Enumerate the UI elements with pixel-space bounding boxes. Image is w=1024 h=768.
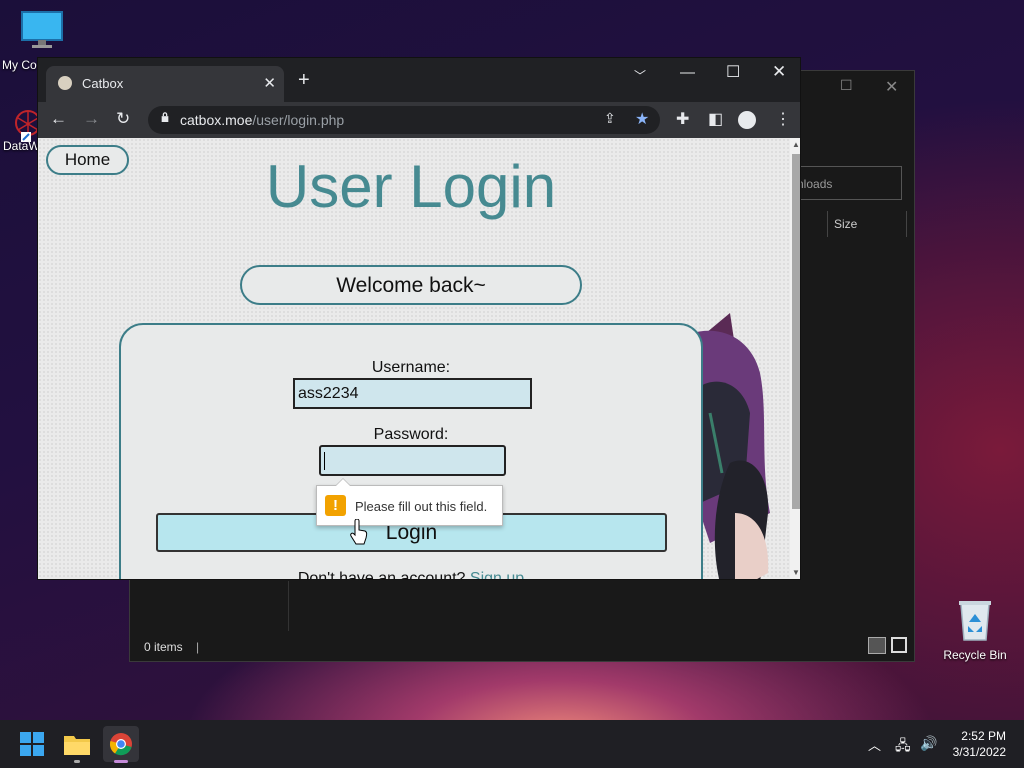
monitor-icon	[21, 11, 63, 48]
vertical-scrollbar[interactable]: ▲ ▼	[790, 138, 800, 579]
address-bar[interactable]: catbox.moe/user/login.php ⇪ ★	[148, 106, 660, 134]
network-icon[interactable]: 🖧	[895, 735, 911, 759]
url-path: /user/login.php	[252, 112, 345, 128]
browser-window: Catbox ✕ + ﹀ — ☐ ✕ ← → ↻ catbox.moe/user…	[37, 57, 801, 580]
hand-cursor-icon	[350, 519, 368, 545]
clock-date: 3/31/2022	[952, 745, 1006, 759]
scroll-thumb[interactable]	[792, 154, 800, 509]
start-button[interactable]	[14, 726, 50, 762]
hidden-icons-chevron-icon[interactable]: ︿	[868, 735, 881, 754]
tiles-view-icon[interactable]	[891, 637, 907, 653]
clock-time: 2:52 PM	[961, 729, 1006, 743]
chrome-icon	[109, 733, 132, 756]
forward-icon[interactable]: →	[83, 109, 100, 129]
details-view-icon[interactable]	[868, 637, 886, 654]
minimize-icon[interactable]: —	[680, 64, 695, 81]
close-icon[interactable]: ✕	[885, 77, 898, 97]
taskbar-file-explorer[interactable]	[59, 726, 95, 763]
taskbar-chrome[interactable]	[103, 726, 139, 763]
signup-link[interactable]: Sign up	[470, 570, 524, 579]
maximize-icon[interactable]: ☐	[726, 62, 740, 82]
url-domain: catbox.moe	[180, 112, 253, 128]
reload-icon[interactable]: ↻	[116, 109, 130, 129]
bookmark-star-icon[interactable]: ★	[635, 109, 649, 129]
windows-logo-icon	[20, 732, 44, 756]
text-caret	[324, 452, 325, 470]
new-tab-icon[interactable]: +	[298, 69, 310, 92]
folder-icon	[64, 736, 90, 755]
validation-tooltip: ! Please fill out this field.	[316, 478, 503, 526]
signup-prompt: Don't have an account? Sign up	[121, 570, 701, 580]
search-input[interactable]: nloads	[790, 166, 902, 200]
pane-divider	[288, 581, 289, 637]
side-panel-icon[interactable]: ◧	[708, 109, 723, 129]
warning-icon: !	[325, 495, 346, 516]
login-form-card: Username: ass2234 Password: Login Don't …	[119, 323, 703, 580]
tab-search-icon[interactable]: ﹀	[634, 67, 646, 84]
tab-title: Catbox	[82, 76, 124, 91]
share-icon[interactable]: ⇪	[604, 110, 616, 127]
active-indicator	[114, 760, 128, 763]
username-input[interactable]: ass2234	[293, 378, 532, 409]
back-icon[interactable]: ←	[50, 109, 67, 129]
password-input[interactable]	[319, 445, 506, 476]
taskbar: ︿ 🖧 🔊 2:52 PM 3/31/2022	[0, 720, 1024, 768]
catbox-favicon-icon	[58, 76, 72, 90]
volume-icon[interactable]: 🔊	[920, 735, 937, 752]
running-indicator	[74, 760, 80, 763]
page-title: User Login	[265, 153, 557, 220]
recycle-bin-icon	[959, 601, 991, 641]
url-text: catbox.moe/user/login.php	[180, 112, 344, 128]
menu-icon[interactable]: ⋮	[775, 109, 791, 129]
scroll-down-icon[interactable]: ▼	[792, 568, 800, 577]
page-viewport: Home User Login Welcome back~ Username: …	[38, 138, 790, 580]
profile-icon[interactable]	[738, 111, 756, 129]
maximize-icon[interactable]: ☐	[840, 77, 853, 94]
desktop-icon-recycle-bin[interactable]: Recycle Bin	[940, 598, 1010, 662]
clock[interactable]: 2:52 PM 3/31/2022	[953, 728, 1006, 760]
scroll-up-icon[interactable]: ▲	[792, 140, 800, 149]
welcome-banner: Welcome back~	[240, 265, 582, 305]
item-count: 0 items	[144, 640, 183, 654]
signup-text: Don't have an account?	[297, 570, 466, 580]
status-bar: 0 items |	[130, 631, 914, 661]
username-label: Username:	[371, 359, 451, 376]
password-label: Password:	[373, 426, 449, 443]
column-header-size[interactable]: Size	[827, 211, 907, 237]
extensions-icon[interactable]: ✚	[676, 109, 689, 129]
status-divider: |	[196, 640, 200, 654]
browser-tab[interactable]: Catbox ✕	[46, 66, 284, 102]
tab-close-icon[interactable]: ✕	[263, 74, 276, 92]
lock-icon	[161, 112, 169, 122]
validation-message: Please fill out this field.	[355, 499, 488, 514]
close-icon[interactable]: ✕	[772, 62, 786, 82]
desktop-icon-label: Recycle Bin	[943, 648, 1007, 662]
browser-toolbar: ← → ↻ catbox.moe/user/login.php ⇪ ★ ✚ ◧ …	[38, 102, 800, 138]
